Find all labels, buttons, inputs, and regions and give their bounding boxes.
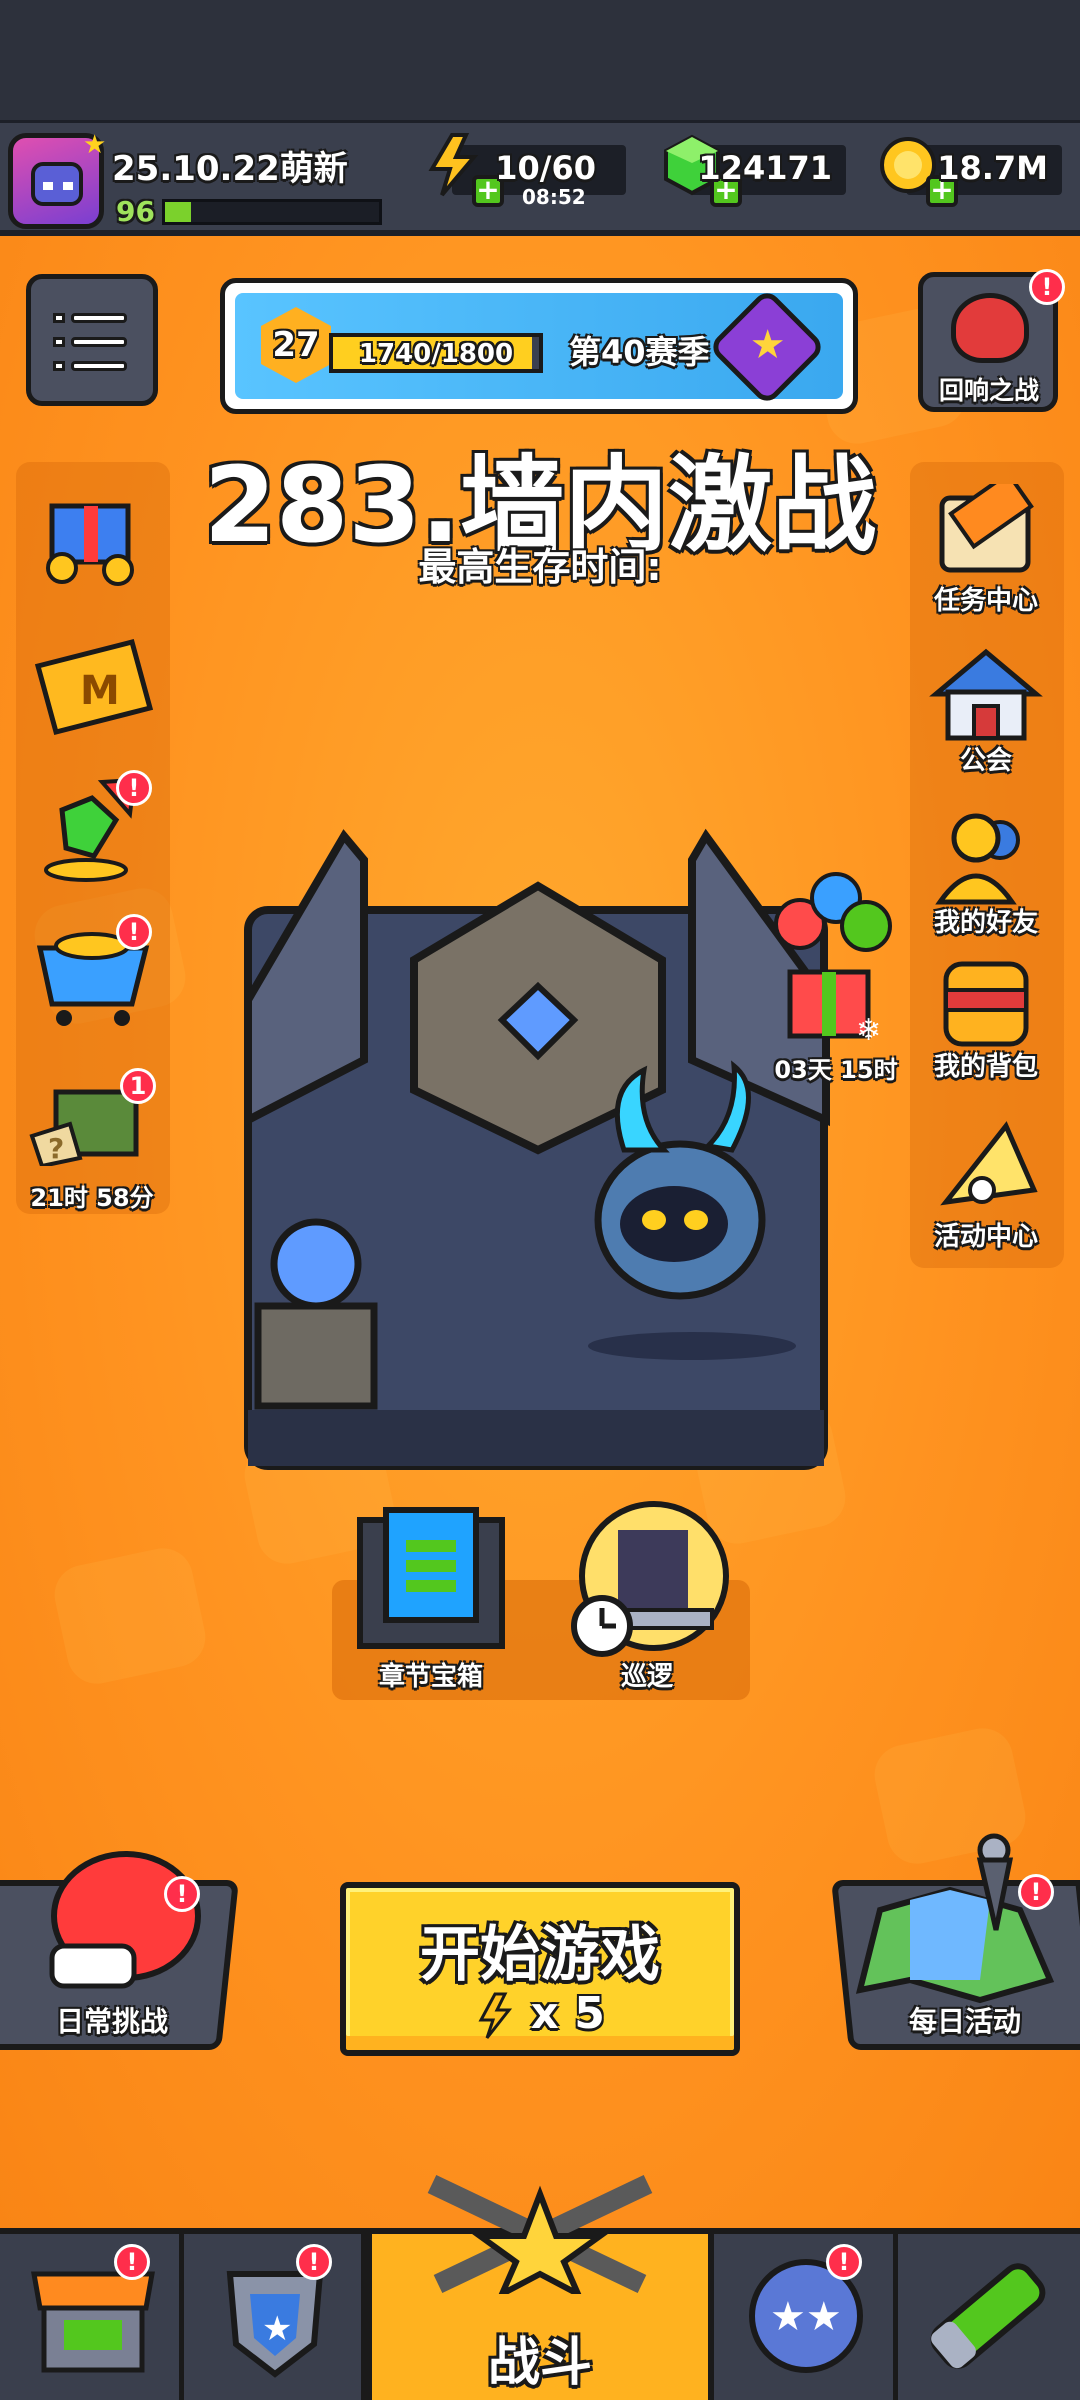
party-horn-icon bbox=[940, 1121, 1038, 1206]
svg-text:M: M bbox=[80, 668, 120, 714]
ninja-face-icon bbox=[31, 162, 83, 206]
shop-cart-button[interactable]: ! bbox=[22, 912, 162, 1032]
nav-tab-battle[interactable]: 战斗 bbox=[366, 2174, 714, 2400]
player-name: 25.10.22萌新 bbox=[112, 149, 348, 189]
nav-tab-rank[interactable]: ★ ! bbox=[184, 2234, 366, 2400]
red-demon-icon bbox=[951, 293, 1029, 363]
battle-label: 战斗 bbox=[487, 2333, 592, 2393]
energy-timer: 08:52 bbox=[522, 185, 586, 209]
shop-cart-badge: ! bbox=[116, 914, 152, 950]
stage-preview-art bbox=[244, 828, 830, 1470]
lightning-icon bbox=[478, 1992, 513, 2039]
star-icon: ★ bbox=[83, 130, 107, 160]
treasure-map-icon bbox=[855, 1833, 1055, 2004]
gem-value: 124171 bbox=[698, 149, 832, 187]
status-bar bbox=[0, 0, 1080, 120]
season-progress-text: 1740/1800 bbox=[358, 339, 514, 369]
chapter-chest-button[interactable]: 章节宝箱 bbox=[346, 1500, 516, 1700]
mystery-crate-timer: 21时 58分 bbox=[30, 1184, 154, 1212]
nav-tab-shop[interactable]: ! bbox=[0, 2234, 184, 2400]
start-game-cost-value: x 5 bbox=[530, 1988, 605, 2039]
season-label: 第40赛季 bbox=[569, 333, 710, 371]
daily-activity-content: ! 每日活动 bbox=[840, 1830, 1080, 2050]
xp-bar bbox=[162, 199, 382, 225]
svg-text:★★: ★★ bbox=[770, 2294, 842, 2340]
coin-counter[interactable]: + 18.7M bbox=[880, 137, 1062, 207]
daily-activity-label: 每日活动 bbox=[908, 2005, 1021, 2038]
energy-counter[interactable]: + 10/60 08:52 bbox=[428, 133, 626, 209]
svg-text:★: ★ bbox=[262, 2309, 292, 2349]
patrol-button[interactable]: 巡逻 bbox=[562, 1500, 732, 1700]
task-center-label: 任务中心 bbox=[933, 586, 1038, 616]
boxing-glove-icon bbox=[49, 1851, 201, 1989]
daily-activity-badge: ! bbox=[1018, 1874, 1054, 1910]
monthly-card-button[interactable]: M bbox=[22, 626, 162, 746]
guild-label: 公会 bbox=[959, 746, 1012, 776]
season-pass-panel[interactable]: 27 1740/1800 第40赛季 ★ bbox=[220, 278, 858, 414]
mystery-crate-badge: 1 bbox=[120, 1068, 156, 1104]
nav-tab-gene[interactable] bbox=[898, 2234, 1080, 2400]
backpack-icon bbox=[943, 961, 1029, 1047]
shop-badge: ! bbox=[114, 2244, 150, 2280]
balloon-gift-timer: 03天 15时 bbox=[774, 1056, 898, 1084]
echo-battle-label: 回响之战 bbox=[938, 376, 1039, 405]
mystery-crate-button[interactable]: ? 1 21时 58分 bbox=[22, 1066, 162, 1212]
task-center-button[interactable]: 任务中心 bbox=[916, 470, 1056, 616]
gem-upgrade-badge: ! bbox=[116, 770, 152, 806]
friends-button[interactable]: 我的好友 bbox=[916, 810, 1056, 938]
backpack-label: 我的背包 bbox=[933, 1052, 1038, 1082]
rank-badge: ! bbox=[296, 2244, 332, 2280]
skills-badge: ! bbox=[826, 2244, 862, 2280]
nav-tab-skills[interactable]: ★★ ! bbox=[714, 2234, 898, 2400]
shop-stall-icon bbox=[31, 2271, 155, 2373]
echo-battle-badge: ! bbox=[1029, 269, 1065, 305]
start-game-label: 开始游戏 bbox=[420, 1920, 660, 1990]
chest-icon bbox=[357, 1507, 505, 1649]
svg-text:?: ? bbox=[48, 1132, 64, 1165]
crossed-swords-star-icon bbox=[427, 2174, 653, 2294]
echo-battle-button[interactable]: 回响之战 ! bbox=[918, 269, 1065, 412]
monthly-card-icon: M bbox=[34, 638, 154, 736]
gene-capsule-icon bbox=[930, 2263, 1046, 2369]
guild-button[interactable]: 公会 bbox=[916, 644, 1056, 776]
backpack-button[interactable]: 我的背包 bbox=[916, 954, 1056, 1082]
player-level: 96 bbox=[116, 195, 155, 228]
event-center-label: 活动中心 bbox=[933, 1222, 1038, 1252]
daily-challenge-content: ! 日常挑战 bbox=[0, 1850, 250, 2050]
friends-label: 我的好友 bbox=[933, 908, 1038, 938]
star-orb-icon: ★★ bbox=[749, 2259, 863, 2373]
gift-icon bbox=[46, 503, 134, 586]
gem-upgrade-button[interactable]: ! bbox=[22, 770, 162, 890]
season-level: 27 bbox=[272, 325, 320, 365]
event-center-button[interactable]: 活动中心 bbox=[916, 1106, 1056, 1252]
shield-star-icon: ★ bbox=[226, 2271, 324, 2378]
start-game-cost: x 5 bbox=[346, 1988, 734, 2040]
season-progress-bar: 1740/1800 bbox=[329, 333, 543, 373]
top-resource-bar: ★ 25.10.22萌新 96 + 10/60 08:52 + 124171 +… bbox=[0, 120, 1080, 236]
start-game-button[interactable]: 开始游戏 x 5 bbox=[340, 1882, 740, 2056]
balloon-gift-icon: ❄ bbox=[774, 872, 892, 1048]
scroll-icon bbox=[939, 470, 1034, 573]
daily-challenge-badge: ! bbox=[164, 1876, 200, 1912]
energy-value: 10/60 bbox=[495, 149, 596, 187]
coin-value: 18.7M bbox=[937, 149, 1048, 187]
svg-text:❄: ❄ bbox=[856, 1013, 881, 1044]
player-avatar[interactable]: ★ bbox=[8, 130, 107, 229]
balloon-gift-button[interactable]: ❄ 03天 15时 bbox=[760, 864, 910, 1094]
chapter-chest-label: 章节宝箱 bbox=[378, 1662, 483, 1692]
patrol-icon bbox=[571, 1501, 729, 1657]
menu-button[interactable] bbox=[26, 274, 158, 406]
patrol-label: 巡逻 bbox=[620, 1662, 673, 1692]
friends-icon bbox=[935, 813, 1020, 905]
daily-challenge-label: 日常挑战 bbox=[55, 2005, 168, 2038]
gem-counter[interactable]: + 124171 bbox=[664, 134, 846, 207]
house-icon bbox=[929, 648, 1043, 741]
gift-pack-button[interactable] bbox=[22, 476, 162, 596]
